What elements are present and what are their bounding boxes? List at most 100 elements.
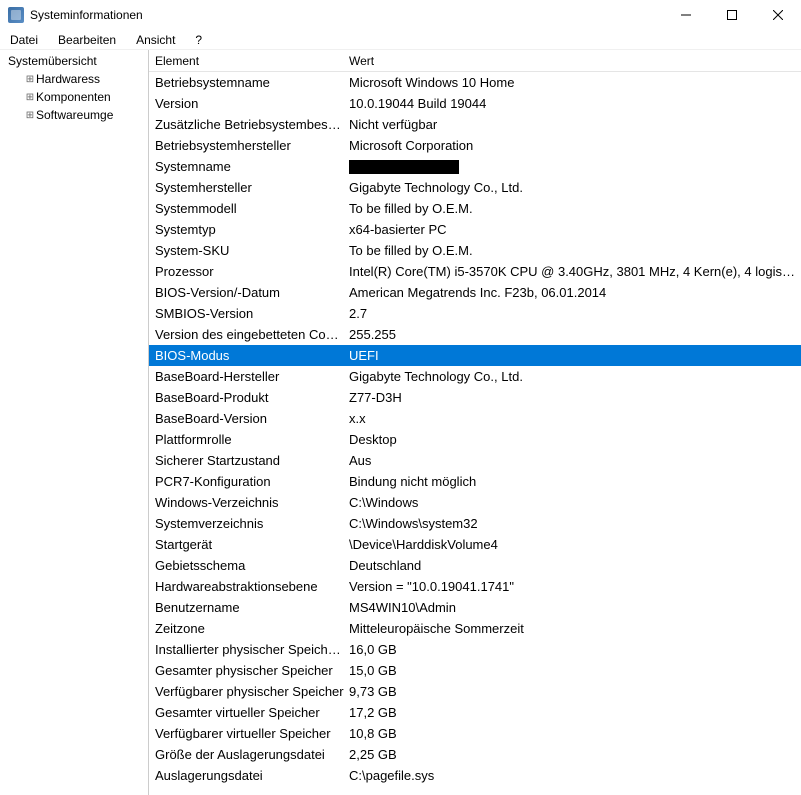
detail-row[interactable]: BetriebsystemherstellerMicrosoft Corpora… [149,135,801,156]
detail-row[interactable]: Version des eingebetteten Cont...255.255 [149,324,801,345]
detail-key: Systemname [149,159,345,174]
detail-row[interactable]: PCR7-KonfigurationBindung nicht möglich [149,471,801,492]
detail-row[interactable]: Startgerät\Device\HarddiskVolume4 [149,534,801,555]
detail-row[interactable]: Installierter physischer Speicher...16,0… [149,639,801,660]
detail-row[interactable]: BIOS-Version/-DatumAmerican Megatrends I… [149,282,801,303]
detail-value: C:\Windows\system32 [345,516,801,531]
column-header-value[interactable]: Wert [345,54,801,68]
detail-value: Gigabyte Technology Co., Ltd. [345,369,801,384]
detail-value: Microsoft Windows 10 Home [345,75,801,90]
detail-row[interactable]: Größe der Auslagerungsdatei2,25 GB [149,744,801,765]
tree-item[interactable]: ⊞Softwareumge [4,106,148,124]
expand-icon[interactable]: ⊞ [24,110,36,121]
detail-row[interactable]: SystemverzeichnisC:\Windows\system32 [149,513,801,534]
detail-key: Startgerät [149,537,345,552]
expand-icon[interactable]: ⊞ [24,74,36,85]
tree-root-label: Systemübersicht [8,54,97,68]
detail-row[interactable]: BIOS-ModusUEFI [149,345,801,366]
detail-key: Gesamter virtueller Speicher [149,705,345,720]
minimize-button[interactable] [663,0,709,30]
detail-key: BIOS-Version/-Datum [149,285,345,300]
detail-row[interactable]: PlattformrolleDesktop [149,429,801,450]
detail-key: Version des eingebetteten Cont... [149,327,345,342]
expand-icon[interactable]: ⊞ [24,92,36,103]
detail-key: Plattformrolle [149,432,345,447]
detail-row[interactable]: BaseBoard-HerstellerGigabyte Technology … [149,366,801,387]
detail-row[interactable]: System-SKUTo be filled by O.E.M. [149,240,801,261]
detail-key: Hardwareabstraktionsebene [149,579,345,594]
detail-value: Version = "10.0.19041.1741" [345,579,801,594]
tree-item[interactable]: ⊞Hardwaress [4,70,148,88]
detail-row[interactable]: Gesamter virtueller Speicher17,2 GB [149,702,801,723]
detail-value: 2,25 GB [345,747,801,762]
menu-file[interactable]: Datei [6,31,42,49]
detail-row[interactable]: BetriebsystemnameMicrosoft Windows 10 Ho… [149,72,801,93]
maximize-button[interactable] [709,0,755,30]
detail-key: Systemhersteller [149,180,345,195]
detail-key: Sicherer Startzustand [149,453,345,468]
menu-help[interactable]: ? [191,31,206,49]
menu-view[interactable]: Ansicht [132,31,179,49]
menu-edit[interactable]: Bearbeiten [54,31,120,49]
detail-value: x64-basierter PC [345,222,801,237]
detail-key: Auslagerungsdatei [149,768,345,783]
column-header: Element Wert [149,50,801,72]
detail-row[interactable]: HardwareabstraktionsebeneVersion = "10.0… [149,576,801,597]
detail-key: PCR7-Konfiguration [149,474,345,489]
detail-row[interactable]: SystemherstellerGigabyte Technology Co.,… [149,177,801,198]
tree-item[interactable]: ⊞Komponenten [4,88,148,106]
detail-row[interactable]: Systemtypx64-basierter PC [149,219,801,240]
detail-key: Version [149,96,345,111]
detail-row[interactable]: ProzessorIntel(R) Core(TM) i5-3570K CPU … [149,261,801,282]
detail-row[interactable]: GebietsschemaDeutschland [149,555,801,576]
details-panel: Element Wert BetriebsystemnameMicrosoft … [149,50,801,795]
detail-value: 16,0 GB [345,642,801,657]
detail-key: Betriebsystemhersteller [149,138,345,153]
detail-row[interactable]: Gesamter physischer Speicher15,0 GB [149,660,801,681]
detail-value: Mitteleuropäische Sommerzeit [345,621,801,636]
detail-key: Windows-Verzeichnis [149,495,345,510]
detail-value: 255.255 [345,327,801,342]
detail-row[interactable]: Zusätzliche Betriebsystembesch...Nicht v… [149,114,801,135]
detail-key: Systemtyp [149,222,345,237]
detail-value: 17,2 GB [345,705,801,720]
detail-row[interactable]: Sicherer StartzustandAus [149,450,801,471]
detail-key: BIOS-Modus [149,348,345,363]
detail-key: SMBIOS-Version [149,306,345,321]
detail-row[interactable]: Windows-VerzeichnisC:\Windows [149,492,801,513]
detail-row[interactable]: Verfügbarer physischer Speicher9,73 GB [149,681,801,702]
detail-row[interactable]: Version10.0.19044 Build 19044 [149,93,801,114]
tree-root[interactable]: Systemübersicht [4,52,148,70]
detail-row[interactable]: Verfügbarer virtueller Speicher10,8 GB [149,723,801,744]
detail-row[interactable]: SMBIOS-Version2.7 [149,303,801,324]
detail-value: Gigabyte Technology Co., Ltd. [345,180,801,195]
detail-row[interactable]: BaseBoard-ProduktZ77-D3H [149,387,801,408]
detail-value: \Device\HarddiskVolume4 [345,537,801,552]
detail-key: System-SKU [149,243,345,258]
redacted-value [349,160,459,174]
detail-key: Zeitzone [149,621,345,636]
menubar: Datei Bearbeiten Ansicht ? [0,30,801,50]
detail-value: Bindung nicht möglich [345,474,801,489]
detail-value: Aus [345,453,801,468]
detail-row[interactable]: BaseBoard-Versionx.x [149,408,801,429]
close-button[interactable] [755,0,801,30]
detail-value: Desktop [345,432,801,447]
detail-key: Verfügbarer physischer Speicher [149,684,345,699]
detail-key: Systemmodell [149,201,345,216]
detail-row[interactable]: AuslagerungsdateiC:\pagefile.sys [149,765,801,786]
detail-row[interactable]: SystemmodellTo be filled by O.E.M. [149,198,801,219]
detail-row[interactable]: Systemname [149,156,801,177]
detail-row[interactable]: ZeitzoneMitteleuropäische Sommerzeit [149,618,801,639]
detail-value: Nicht verfügbar [345,117,801,132]
tree-item-label: Softwareumge [36,108,113,122]
detail-key: Verfügbarer virtueller Speicher [149,726,345,741]
detail-value: American Megatrends Inc. F23b, 06.01.201… [345,285,801,300]
detail-value: Z77-D3H [345,390,801,405]
detail-row[interactable]: BenutzernameMS4WIN10\Admin [149,597,801,618]
column-header-element[interactable]: Element [149,54,345,68]
detail-key: Systemverzeichnis [149,516,345,531]
detail-value: C:\Windows [345,495,801,510]
detail-key: Installierter physischer Speicher... [149,642,345,657]
detail-value: 10.0.19044 Build 19044 [345,96,801,111]
